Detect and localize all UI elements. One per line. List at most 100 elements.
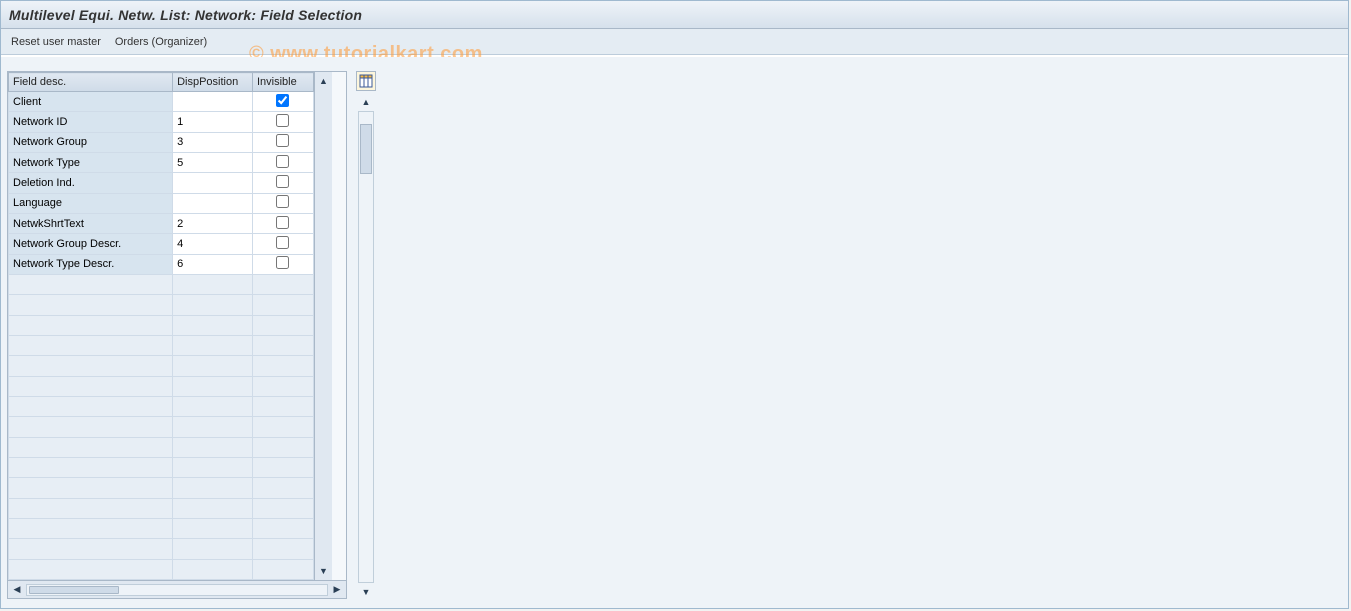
col-header-invisible[interactable]: Invisible [252,73,313,92]
invisible-cell[interactable] [252,132,313,152]
field-desc-cell[interactable]: Network Type Descr. [9,254,173,274]
disp-position-cell[interactable] [173,193,253,213]
disp-position-cell[interactable] [173,234,253,254]
disp-position-input[interactable] [177,136,248,148]
invisible-cell[interactable] [252,152,313,172]
field-desc-cell[interactable]: Network Group Descr. [9,234,173,254]
invisible-checkbox[interactable] [276,94,289,107]
field-desc-cell[interactable]: Network ID [9,112,173,132]
disp-position-cell[interactable] [173,335,253,355]
disp-position-cell[interactable] [173,539,253,559]
scroll-right-icon[interactable]: ▶ [330,583,344,597]
disp-position-cell[interactable] [173,112,253,132]
table-row[interactable]: Network Type [9,152,314,172]
disp-position-cell[interactable] [173,498,253,518]
invisible-cell[interactable] [252,335,313,355]
invisible-cell[interactable] [252,193,313,213]
field-desc-cell[interactable]: Language [9,193,173,213]
invisible-checkbox[interactable] [276,155,289,168]
disp-position-input[interactable] [177,177,248,189]
invisible-checkbox[interactable] [276,256,289,269]
table-row[interactable]: Client [9,92,314,112]
invisible-checkbox[interactable] [276,195,289,208]
field-desc-cell[interactable] [9,437,173,457]
field-desc-cell[interactable]: Deletion Ind. [9,173,173,193]
scroll-down-icon[interactable]: ▼ [317,564,331,578]
disp-position-cell[interactable] [173,295,253,315]
table-row-empty[interactable] [9,518,314,538]
invisible-checkbox[interactable] [276,114,289,127]
scroll-left-icon[interactable]: ◀ [10,583,24,597]
field-desc-cell[interactable] [9,335,173,355]
disp-position-cell[interactable] [173,396,253,416]
field-desc-cell[interactable] [9,478,173,498]
table-row-empty[interactable] [9,356,314,376]
scroll-up-icon[interactable]: ▲ [317,74,331,88]
invisible-checkbox[interactable] [276,216,289,229]
table-row[interactable]: NetwkShrtText [9,213,314,233]
invisible-cell[interactable] [252,478,313,498]
table-vertical-scrollbar[interactable]: ▲ ▼ [314,72,332,580]
invisible-checkbox[interactable] [276,236,289,249]
h-scroll-track[interactable] [26,584,328,596]
field-desc-cell[interactable] [9,417,173,437]
table-row-empty[interactable] [9,539,314,559]
invisible-cell[interactable] [252,518,313,538]
disp-position-cell[interactable] [173,437,253,457]
table-row-empty[interactable] [9,335,314,355]
disp-position-cell[interactable] [173,478,253,498]
invisible-cell[interactable] [252,254,313,274]
orders-organizer-button[interactable]: Orders (Organizer) [115,36,207,48]
table-row[interactable]: Network Type Descr. [9,254,314,274]
field-desc-cell[interactable] [9,356,173,376]
disp-position-cell[interactable] [173,173,253,193]
invisible-cell[interactable] [252,92,313,112]
field-desc-cell[interactable] [9,457,173,477]
table-row-empty[interactable] [9,376,314,396]
field-desc-cell[interactable] [9,498,173,518]
disp-position-input[interactable] [177,218,248,230]
disp-position-cell[interactable] [173,92,253,112]
col-header-disp-position[interactable]: DispPosition [173,73,253,92]
h-scroll-thumb[interactable] [29,586,119,594]
invisible-cell[interactable] [252,315,313,335]
disp-position-input[interactable] [177,96,248,108]
disp-position-cell[interactable] [173,152,253,172]
table-row-empty[interactable] [9,315,314,335]
disp-position-cell[interactable] [173,254,253,274]
invisible-cell[interactable] [252,234,313,254]
invisible-cell[interactable] [252,417,313,437]
panel-v-scroll-thumb[interactable] [360,124,372,174]
disp-position-cell[interactable] [173,315,253,335]
disp-position-cell[interactable] [173,356,253,376]
table-row-empty[interactable] [9,274,314,294]
table-row-empty[interactable] [9,396,314,416]
disp-position-input[interactable] [177,197,248,209]
invisible-cell[interactable] [252,213,313,233]
field-desc-cell[interactable] [9,518,173,538]
invisible-cell[interactable] [252,457,313,477]
disp-position-cell[interactable] [173,457,253,477]
invisible-cell[interactable] [252,437,313,457]
table-row[interactable]: Language [9,193,314,213]
disp-position-input[interactable] [177,258,248,270]
disp-position-input[interactable] [177,157,248,169]
field-desc-cell[interactable] [9,274,173,294]
invisible-cell[interactable] [252,112,313,132]
field-desc-cell[interactable] [9,295,173,315]
disp-position-input[interactable] [177,238,248,250]
field-desc-cell[interactable]: Network Group [9,132,173,152]
disp-position-cell[interactable] [173,559,253,579]
panel-scroll-up-icon[interactable]: ▲ [358,95,374,109]
panel-scroll-down-icon[interactable]: ▼ [358,585,374,599]
table-row[interactable]: Network Group Descr. [9,234,314,254]
field-selection-table[interactable]: Field desc. DispPosition Invisible Clien… [8,72,314,580]
table-row-empty[interactable] [9,498,314,518]
table-row-empty[interactable] [9,437,314,457]
table-row-empty[interactable] [9,559,314,579]
table-row[interactable]: Network Group [9,132,314,152]
disp-position-input[interactable] [177,116,248,128]
field-desc-cell[interactable] [9,315,173,335]
field-desc-cell[interactable] [9,539,173,559]
table-row-empty[interactable] [9,478,314,498]
